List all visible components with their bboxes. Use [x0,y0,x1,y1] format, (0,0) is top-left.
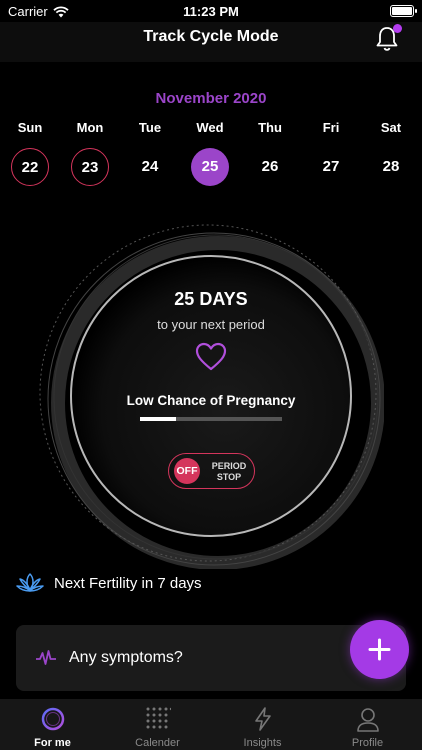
fertility-text: Next Fertility in 7 days [54,574,202,592]
heart-icon [195,342,227,371]
tab-label: Insights [243,737,282,749]
day-number[interactable]: 23 [71,148,109,186]
day-name: Wed [196,120,224,135]
cycle-ring: 25 DAYS to your next period Low Chance o… [38,223,384,569]
tab-calender[interactable]: Calender [105,699,210,750]
calendar-day[interactable]: Sat 28 [366,120,416,186]
calendar-month: November 2020 [155,90,267,107]
calendar-day[interactable]: Wed 25 [185,120,235,186]
status-time: 11:23 PM [183,4,239,19]
user-icon [357,708,379,732]
tab-for-me[interactable]: For me [0,699,105,750]
day-name: Thu [258,120,282,135]
tab-bar: For me Calender Insights Profile [0,699,422,750]
calendar-dots-icon [146,707,171,729]
tab-label: For me [34,737,71,749]
tab-insights[interactable]: Insights [210,699,315,750]
notification-badge [393,24,402,33]
fertility-info: Next Fertility in 7 days [16,571,202,595]
day-number[interactable]: 22 [11,148,49,186]
header: Track Cycle Mode [0,22,422,62]
pregnancy-progress-fill [140,417,176,421]
lightning-icon [255,707,271,731]
day-number[interactable]: 28 [372,148,410,186]
calendar-day[interactable]: Fri 27 [306,120,356,186]
day-number-today[interactable]: 25 [191,148,229,186]
day-number[interactable]: 26 [251,148,289,186]
add-button[interactable] [350,620,409,679]
day-name: Sat [380,120,402,135]
page-title: Track Cycle Mode [143,28,279,45]
symptoms-card[interactable]: Any symptoms? [16,625,406,691]
tab-label: Calender [135,737,180,749]
period-stop-toggle[interactable]: OFF PERIOD STOP [168,453,255,489]
toggle-label: PERIOD STOP [207,461,251,483]
plus-icon [368,638,391,661]
pregnancy-progress-bar [140,417,282,421]
day-name: Fri [322,120,340,135]
calendar-day[interactable]: Mon 23 [65,120,115,186]
pregnancy-chance: Low Chance of Pregnancy [126,393,296,408]
toggle-label-line1: PERIOD [211,461,247,471]
cycle-info: 25 DAYS to your next period Low Chance o… [38,223,384,569]
pulse-icon [36,650,56,665]
tab-label: Profile [351,737,384,749]
tab-profile[interactable]: Profile [315,699,420,750]
day-number[interactable]: 24 [131,148,169,186]
calendar-day[interactable]: Tue 24 [125,120,175,186]
symptoms-text: Any symptoms? [69,649,183,666]
toggle-knob[interactable]: OFF [174,458,200,484]
calendar-day[interactable]: Thu 26 [245,120,295,186]
toggle-label-line2: STOP [216,472,242,482]
day-number[interactable]: 27 [312,148,350,186]
day-name: Mon [76,120,104,135]
circle-icon [41,707,65,731]
calendar-day[interactable]: Sun 22 [5,120,55,186]
lotus-icon [16,573,44,592]
day-name: Tue [138,120,162,135]
days-until-period: 25 DAYS [174,289,248,309]
battery-icon [390,5,417,17]
days-subtitle: to your next period [157,317,265,332]
status-bar: Carrier 11:23 PM [0,0,422,22]
day-name: Sun [17,120,43,135]
